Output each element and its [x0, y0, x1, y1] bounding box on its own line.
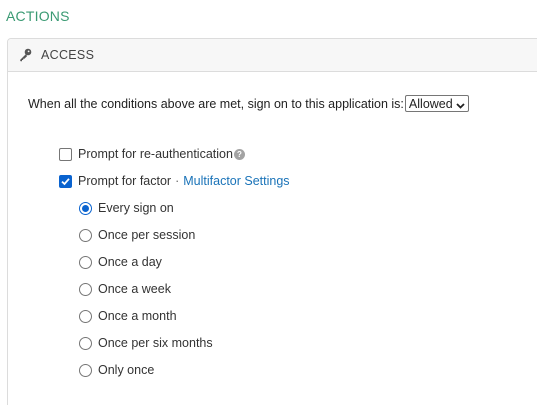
frequency-label: Every sign on — [98, 201, 174, 215]
reauth-label: Prompt for re-authentication — [78, 147, 233, 161]
frequency-option: Every sign on — [79, 201, 174, 215]
frequency-radio-0[interactable] — [79, 201, 92, 215]
access-select[interactable]: Allowed — [404, 95, 469, 112]
factor-separator: · — [175, 174, 180, 188]
factor-option: Prompt for factor · Multifactor Settings — [59, 174, 290, 188]
panel-header-label: ACCESS — [41, 48, 95, 62]
frequency-label: Once a week — [98, 282, 171, 296]
factor-checkbox[interactable] — [59, 174, 72, 188]
frequency-option: Once a day — [79, 255, 162, 269]
section-title: ACTIONS — [6, 8, 70, 24]
access-rule: When all the conditions above are met, s… — [28, 95, 469, 112]
key-icon — [18, 48, 32, 62]
frequency-radio-1[interactable] — [79, 228, 92, 242]
check-icon — [61, 177, 70, 185]
page: ACTIONS ACCESS When all the conditions a… — [0, 0, 537, 405]
frequency-label: Once per session — [98, 228, 196, 242]
frequency-radio-5[interactable] — [79, 336, 92, 350]
reauth-option: Prompt for re-authentication ? — [59, 147, 245, 161]
frequency-option: Once per six months — [79, 336, 213, 350]
access-panel: ACCESS When all the conditions above are… — [7, 38, 537, 405]
reauth-checkbox[interactable] — [59, 147, 72, 161]
access-rule-text: When all the conditions above are met, s… — [28, 96, 404, 111]
chevron-down-icon — [456, 99, 465, 109]
help-icon[interactable]: ? — [233, 148, 245, 160]
frequency-radio-4[interactable] — [79, 309, 92, 323]
frequency-label: Once a day — [98, 255, 162, 269]
frequency-label: Once per six months — [98, 336, 213, 350]
frequency-option: Once per session — [79, 228, 195, 242]
factor-label: Prompt for factor — [78, 174, 172, 188]
frequency-label: Once a month — [98, 309, 177, 323]
frequency-radio-2[interactable] — [79, 255, 92, 269]
frequency-option: Once a week — [79, 282, 171, 296]
frequency-label: Only once — [98, 363, 155, 377]
access-select-value: Allowed — [408, 96, 453, 111]
multifactor-settings-link[interactable]: Multifactor Settings — [183, 174, 289, 188]
frequency-option: Only once — [79, 363, 154, 377]
frequency-radio-3[interactable] — [79, 282, 92, 296]
panel-header: ACCESS — [8, 39, 537, 72]
frequency-option: Once a month — [79, 309, 177, 323]
frequency-radio-6[interactable] — [79, 363, 92, 377]
